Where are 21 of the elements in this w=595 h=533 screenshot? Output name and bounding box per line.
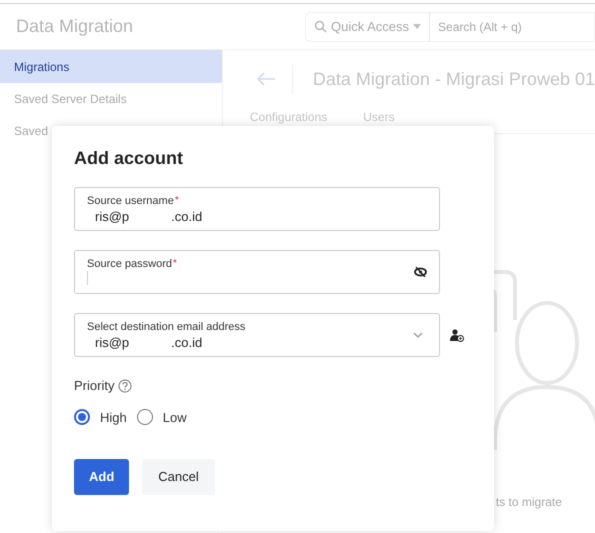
input-field[interactable]: Source password* [74, 250, 440, 294]
priority-label: Priority [74, 377, 114, 395]
radio-option[interactable]: High [74, 408, 127, 427]
sidebar-item[interactable]: Migrations [0, 50, 222, 83]
input-field[interactable]: Source username* ris@p .co.id [74, 187, 440, 231]
add-user-icon[interactable] [450, 328, 464, 342]
cancel-button[interactable]: Cancel [142, 459, 215, 495]
add-button[interactable]: Add [74, 459, 130, 495]
chevron-down-icon [413, 332, 423, 338]
search-field[interactable]: Search (Alt + q) [429, 12, 595, 42]
dialog-title: Add account [74, 148, 184, 168]
email-select[interactable]: Select destination email address ris@p .co.id [74, 313, 440, 357]
radio-option[interactable]: Low [136, 408, 187, 427]
help-icon[interactable] [118, 378, 132, 393]
empty-state-text: ts to migrate [496, 494, 562, 511]
eye-slash-icon[interactable] [414, 267, 427, 277]
page-title: Data Migration - Migrasi Proweb 01 [312, 68, 595, 91]
required-mark: * [173, 258, 177, 268]
required-mark: * [174, 194, 179, 206]
caret-icon [413, 24, 422, 29]
app-title: Data Migration [16, 15, 134, 38]
